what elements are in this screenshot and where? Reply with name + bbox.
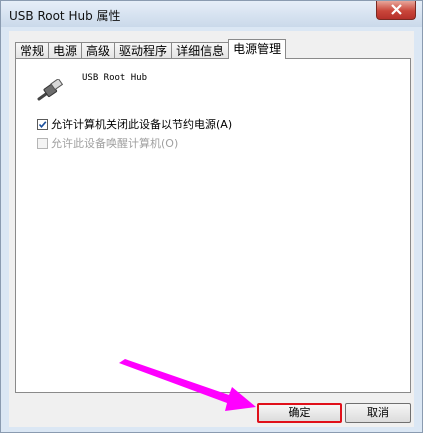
- window-title: USB Root Hub 属性: [9, 9, 121, 23]
- tab-driver[interactable]: 驱动程序: [114, 42, 173, 59]
- allow-turn-off-checkbox[interactable]: [37, 118, 48, 130]
- title-bar[interactable]: USB Root Hub 属性: [1, 1, 422, 27]
- checkmark-icon: [38, 120, 47, 128]
- properties-dialog: USB Root Hub 属性 常规 电源 高级 驱动程序 详细信息 电源管理 …: [0, 0, 423, 433]
- device-name: USB Root Hub: [82, 73, 148, 83]
- tab-power-management[interactable]: 电源管理: [228, 39, 287, 59]
- usb-plug-icon: [37, 79, 63, 101]
- allow-wake-checkbox[interactable]: [37, 137, 48, 149]
- close-icon: [391, 4, 402, 15]
- allow-turn-off-label: 允许计算机关闭此设备以节约电源(A): [51, 118, 233, 131]
- tab-advanced[interactable]: 高级: [81, 42, 116, 59]
- cancel-button[interactable]: 取消: [345, 403, 411, 423]
- allow-wake-option[interactable]: 允许此设备唤醒计算机(O): [37, 135, 178, 151]
- ok-button[interactable]: 确定: [257, 403, 342, 423]
- tab-strip: 常规 电源 高级 驱动程序 详细信息 电源管理: [15, 39, 287, 59]
- tab-general[interactable]: 常规: [15, 42, 50, 59]
- tab-power[interactable]: 电源: [48, 42, 83, 59]
- power-management-panel: [15, 58, 411, 393]
- allow-wake-label: 允许此设备唤醒计算机(O): [51, 137, 179, 150]
- tab-details[interactable]: 详细信息: [171, 42, 230, 59]
- allow-turn-off-option[interactable]: 允许计算机关闭此设备以节约电源(A): [37, 116, 232, 132]
- close-button[interactable]: [376, 1, 416, 20]
